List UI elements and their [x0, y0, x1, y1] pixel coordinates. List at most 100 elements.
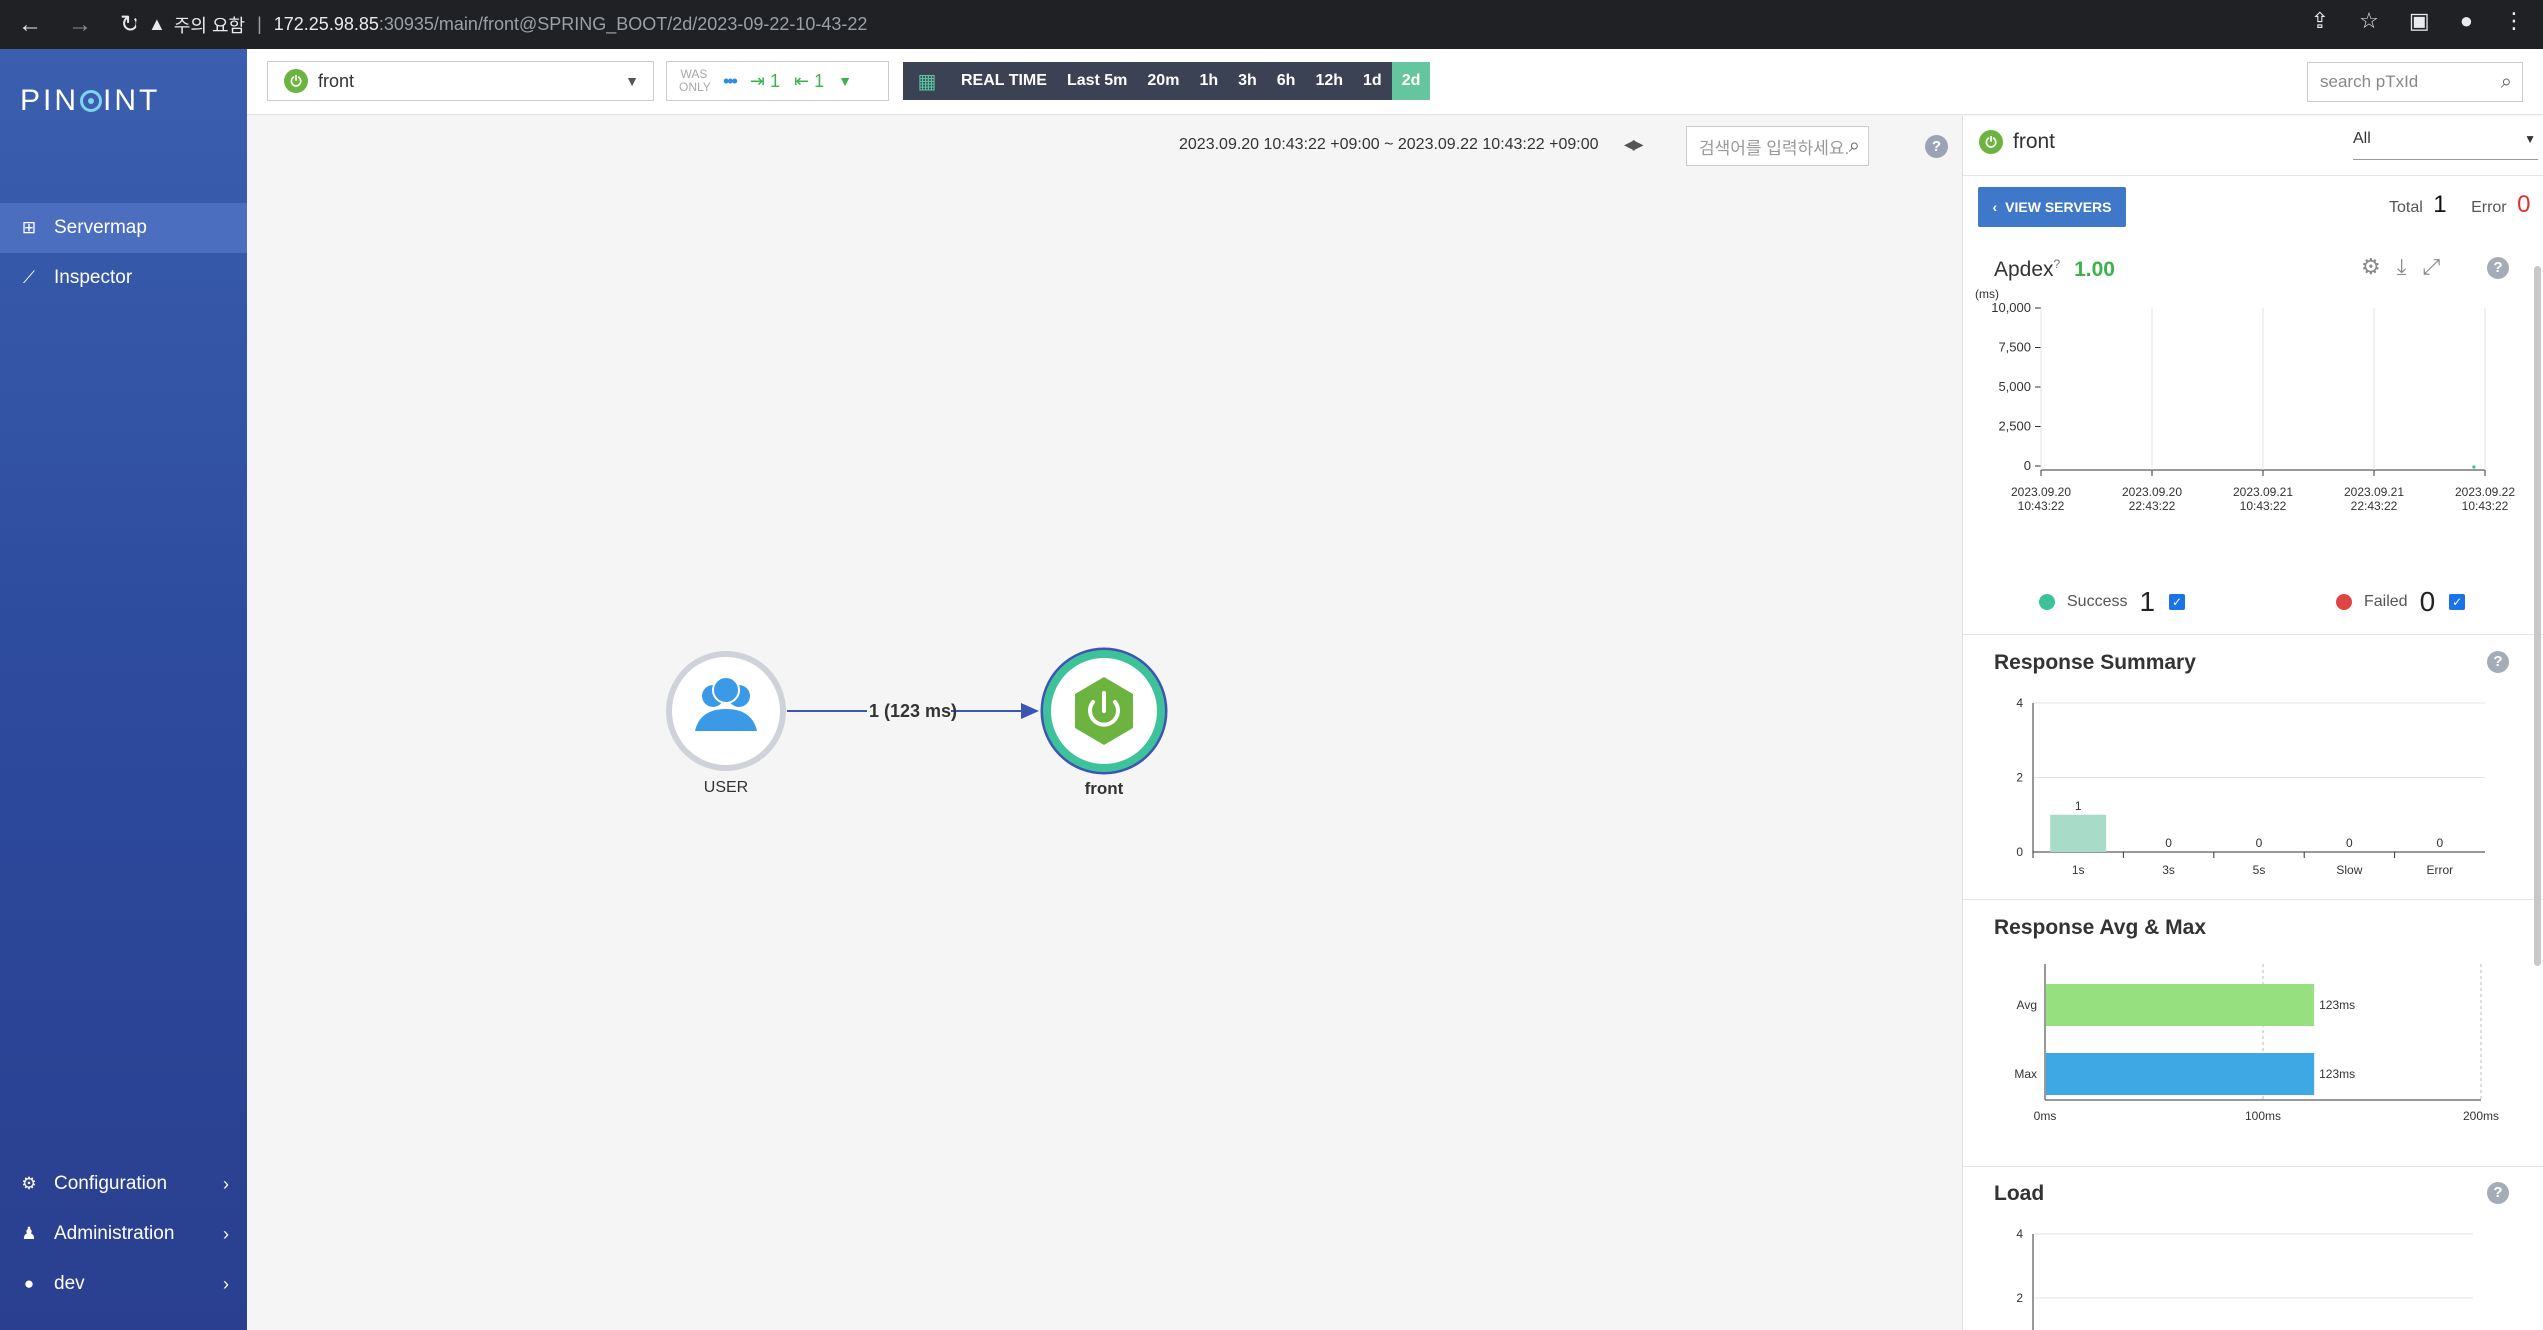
scatter-xtick-date: 2023.09.20: [2122, 485, 2182, 499]
error-value: 0: [2517, 191, 2531, 218]
back-icon[interactable]: ←: [16, 11, 44, 39]
load-ytick: 4: [2016, 1227, 2023, 1241]
agent-filter-select[interactable]: All ▼: [2353, 130, 2538, 160]
scatter-ytick: 5,000: [1998, 379, 2031, 394]
calendar-icon[interactable]: ▦: [903, 62, 951, 100]
share-icon[interactable]: ⇪: [2311, 8, 2329, 34]
summary-bar: [2050, 814, 2107, 852]
success-dot: [2039, 594, 2055, 610]
profile-icon[interactable]: ●: [2460, 8, 2473, 34]
avgmax-value-label: 123ms: [2319, 1067, 2355, 1081]
agent-filter-value: All: [2353, 130, 2371, 147]
user-admin-icon: ♟: [21, 1224, 37, 1243]
legend-failed: Failed 0 ✓: [2336, 586, 2466, 618]
menu-icon[interactable]: ⋮: [2503, 8, 2525, 34]
failed-dot: [2336, 594, 2352, 610]
range-6h[interactable]: 6h: [1267, 62, 1306, 100]
failed-checkbox[interactable]: ✓: [2449, 594, 2466, 610]
sidebar: PIN INT ⊞ Servermap ⟋ Inspector ⚙ Configu…: [0, 49, 247, 1330]
servermap-icon: ⊞: [21, 218, 37, 237]
panel-scrollbar[interactable]: [2534, 266, 2541, 966]
range-realtime[interactable]: REAL TIME: [951, 62, 1057, 100]
servermap-canvas[interactable]: 2023.09.20 10:43:22 +09:00 ~ 2023.09.22 …: [247, 116, 1962, 1330]
load-ytick: 2: [2016, 1291, 2023, 1305]
legend-success: Success 1 ✓: [2039, 586, 2186, 618]
summary-value-label: 1: [2075, 799, 2082, 813]
was-only-toggle[interactable]: WAS ONLY: [679, 68, 711, 94]
ptxid-search-input[interactable]: search pTxId ⌕: [2307, 62, 2523, 102]
view-servers-label: VIEW SERVERS: [2005, 199, 2112, 215]
node-dots-icon: •••: [723, 70, 738, 91]
range-1h[interactable]: 1h: [1189, 62, 1228, 100]
range-12h[interactable]: 12h: [1305, 62, 1353, 100]
sidebar-item-configuration[interactable]: ⚙ Configuration ›: [0, 1159, 247, 1209]
chevron-right-icon: ›: [223, 1273, 229, 1294]
edge-label[interactable]: 1 (123 ms): [869, 701, 957, 721]
application-select[interactable]: ⏻ front ▼: [267, 61, 654, 101]
panel-header: ⏻ front All ▼: [1963, 116, 2543, 176]
spring-boot-icon: ⏻: [1979, 130, 2003, 154]
avgmax-category: Avg: [2017, 998, 2037, 1012]
forward-icon[interactable]: →: [66, 11, 94, 39]
star-icon[interactable]: ☆: [2359, 8, 2379, 34]
view-servers-button[interactable]: ‹ VIEW SERVERS: [1978, 187, 2126, 227]
avgmax-value-label: 123ms: [2319, 998, 2355, 1012]
was-filter[interactable]: WAS ONLY ••• ⇥ 1 ⇤ 1 ▼: [666, 61, 889, 101]
pinpoint-logo[interactable]: PIN INT: [20, 84, 160, 118]
summary-ytick: 0: [2016, 845, 2023, 859]
range-2d[interactable]: 2d: [1391, 62, 1431, 100]
application-name: front: [318, 70, 355, 91]
front-node[interactable]: [1040, 647, 1168, 775]
apdex-title: Apdex? 1.00: [1994, 257, 2115, 282]
scatter-xtick-date: 2023.09.21: [2233, 485, 2293, 499]
outbound-count: 1: [814, 70, 825, 91]
section-divider: [1963, 899, 2543, 900]
scatter-ylabel: (ms): [1975, 287, 1999, 301]
help-icon[interactable]: ?: [2487, 257, 2509, 279]
top-toolbar: ⏻ front ▼ WAS ONLY ••• ⇥ 1 ⇤ 1 ▼ ▦ REAL …: [247, 49, 2543, 115]
url-path: :30935/main/front@SPRING_BOOT/2d/2023-09…: [378, 14, 868, 34]
sidebar-item-administration[interactable]: ♟ Administration ›: [0, 1209, 247, 1259]
help-icon[interactable]: ?: [2487, 651, 2509, 673]
range-1d[interactable]: 1d: [1353, 62, 1392, 100]
scatter-xtick-time: 10:43:22: [2462, 499, 2509, 513]
scatter-xtick-time: 22:43:22: [2351, 499, 2398, 513]
chart-icon: ⟋: [23, 268, 35, 287]
success-checkbox[interactable]: ✓: [2169, 594, 2186, 610]
summary-value-label: 0: [2256, 836, 2263, 850]
scatter-ytick: 10,000: [1991, 300, 2031, 315]
avgmax-xtick: 0ms: [2034, 1109, 2057, 1123]
download-icon[interactable]: ⤓: [2397, 254, 2407, 280]
response-summary-chart: 4 2 0 1 1s 0 3s 0 5s 0 Slow 0 Error: [2016, 696, 2485, 877]
sidepanel-icon[interactable]: ▣: [2409, 8, 2430, 34]
range-last-5m[interactable]: Last 5m: [1057, 62, 1137, 100]
avgmax-xtick: 200ms: [2463, 1109, 2499, 1123]
chevron-down-icon[interactable]: ▼: [838, 73, 852, 89]
scatter-chart[interactable]: (ms)10,0007,5005,0002,50002023.09.2010:4…: [1963, 286, 2543, 616]
scatter-ytick: 7,500: [1998, 340, 2031, 355]
sidebar-item-servermap[interactable]: ⊞ Servermap: [0, 203, 247, 253]
sidebar-item-inspector[interactable]: ⟋ Inspector: [0, 253, 247, 303]
front-node-label: front: [1085, 779, 1124, 798]
address-bar[interactable]: ▲ 주의 요함 | 172.25.98.85 :30935/main/front…: [136, 6, 2306, 43]
apdex-help-icon[interactable]: ?: [2054, 257, 2061, 271]
outbound-depth[interactable]: ⇤ 1: [794, 71, 824, 92]
chevron-left-icon: ‹: [1992, 199, 1998, 215]
inbound-depth[interactable]: ⇥ 1: [750, 71, 780, 92]
range-20m[interactable]: 20m: [1137, 62, 1189, 100]
user-node[interactable]: [666, 651, 786, 771]
summary-value-label: 0: [2165, 836, 2172, 850]
success-value: 1: [2139, 586, 2156, 617]
gear-icon[interactable]: ⚙: [2361, 254, 2381, 280]
expand-icon[interactable]: ⤢: [2422, 254, 2440, 280]
address-separator: |: [257, 14, 262, 34]
error-label: Error: [2471, 199, 2507, 216]
range-3h[interactable]: 3h: [1228, 62, 1267, 100]
sidebar-item-dev[interactable]: ● dev ›: [0, 1259, 247, 1309]
search-icon[interactable]: ⌕: [2501, 71, 2512, 94]
time-range-bar: ▦ REAL TIME Last 5m 20m 1h 3h 6h 12h 1d …: [903, 62, 1431, 100]
help-icon[interactable]: ?: [2487, 1182, 2509, 1204]
total-value: 1: [2433, 191, 2447, 218]
inbound-count: 1: [770, 70, 781, 91]
load-chart: 42: [2016, 1227, 2473, 1330]
